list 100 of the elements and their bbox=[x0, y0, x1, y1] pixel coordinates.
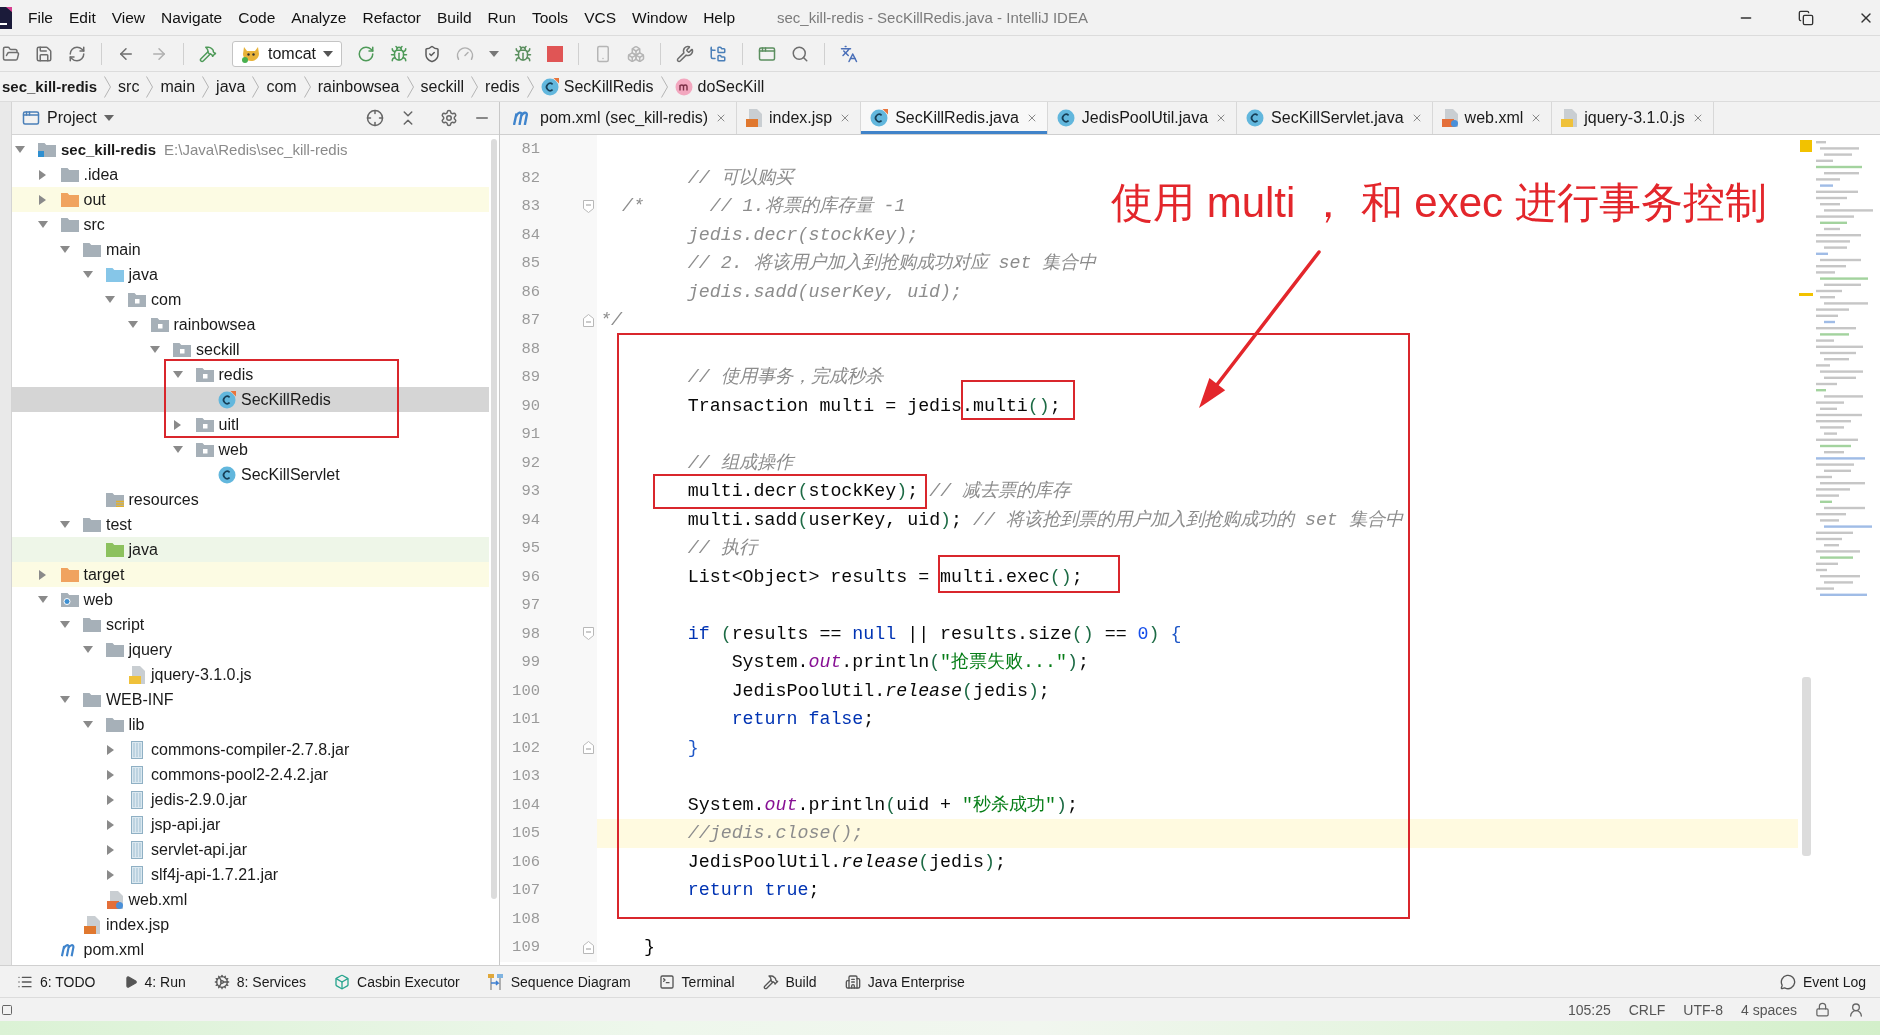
menu-item[interactable]: Analyze bbox=[283, 8, 355, 27]
tree-item[interactable]: jquery bbox=[12, 637, 489, 662]
tool-window-button[interactable]: Event Log bbox=[1779, 973, 1866, 990]
tree-item[interactable]: java bbox=[12, 262, 489, 287]
wrench-icon[interactable] bbox=[676, 44, 694, 63]
smartphone-icon[interactable] bbox=[594, 44, 612, 63]
tree-arrow-icon[interactable] bbox=[106, 844, 114, 855]
tree-item[interactable]: test bbox=[12, 512, 489, 537]
tree-item[interactable]: uitl bbox=[12, 412, 489, 437]
breadcrumb-item[interactable]: com bbox=[266, 77, 297, 96]
tree-item[interactable]: .idea bbox=[12, 162, 489, 187]
tree-arrow-icon[interactable] bbox=[127, 321, 138, 328]
tree-item[interactable]: jquery-3.1.0.js bbox=[12, 662, 489, 687]
gauge-icon[interactable] bbox=[456, 44, 474, 63]
tree-item[interactable]: jsp-api.jar bbox=[12, 812, 489, 837]
tree-item[interactable]: src bbox=[12, 212, 489, 237]
menu-item[interactable]: File bbox=[20, 8, 61, 27]
menu-item[interactable]: VCS bbox=[576, 8, 624, 27]
tree-item[interactable]: slf4j-api-1.7.21.jar bbox=[12, 862, 489, 887]
project-view-dropdown[interactable]: Project bbox=[22, 109, 114, 127]
tree-arrow-icon[interactable] bbox=[174, 419, 181, 430]
menu-item[interactable]: Navigate bbox=[153, 8, 231, 27]
square-icon[interactable] bbox=[1, 1003, 13, 1016]
warning-stripe-marker-icon[interactable] bbox=[1799, 293, 1813, 296]
settings-icon[interactable] bbox=[440, 109, 458, 127]
tree-item[interactable]: com bbox=[12, 287, 489, 312]
gear-icon[interactable] bbox=[213, 973, 230, 990]
bug-icon[interactable] bbox=[514, 44, 532, 63]
status-item[interactable]: CRLF bbox=[1628, 1001, 1666, 1018]
tree-arrow-icon[interactable] bbox=[37, 221, 48, 228]
breadcrumb-item[interactable]: src bbox=[118, 77, 140, 96]
tree-arrow-icon[interactable] bbox=[106, 794, 114, 805]
fold-marker-icon[interactable] bbox=[582, 741, 594, 755]
save-icon[interactable] bbox=[35, 44, 53, 63]
tool-window-button[interactable]: Sequence Diagram bbox=[487, 973, 631, 990]
menu-item[interactable]: View bbox=[103, 8, 154, 27]
editor-tab[interactable]: jquery-3.1.0.js bbox=[1552, 102, 1714, 134]
fold-marker-icon[interactable] bbox=[582, 940, 594, 954]
tree-item[interactable]: lib bbox=[12, 712, 489, 737]
menu-item[interactable]: Run bbox=[479, 8, 524, 27]
breadcrumb-item[interactable]: java bbox=[216, 77, 246, 96]
run-configuration-dropdown[interactable]: tomcat bbox=[232, 40, 342, 67]
person-icon[interactable] bbox=[1848, 1001, 1864, 1018]
menu-item[interactable]: Window bbox=[624, 8, 696, 27]
boxes-icon[interactable] bbox=[627, 44, 645, 63]
scrollbar-thumb[interactable] bbox=[1801, 677, 1811, 856]
tree-arrow-icon[interactable] bbox=[150, 346, 160, 353]
play-icon[interactable] bbox=[123, 974, 138, 989]
tree-item[interactable]: SecKillRedis bbox=[12, 387, 489, 412]
menu-item[interactable]: Help bbox=[695, 8, 744, 27]
tree-arrow-icon[interactable] bbox=[82, 721, 93, 728]
translate-icon[interactable] bbox=[840, 44, 858, 63]
hammer-icon[interactable] bbox=[199, 44, 217, 63]
tree-item[interactable]: WEB-INF bbox=[12, 687, 489, 712]
sync-icon[interactable] bbox=[68, 44, 86, 63]
bug-icon[interactable] bbox=[390, 44, 408, 63]
breadcrumb-item[interactable]: sec_kill-redis bbox=[2, 78, 98, 95]
tree-arrow-icon[interactable] bbox=[39, 194, 46, 205]
tree-item[interactable]: servlet-api.jar bbox=[12, 837, 489, 862]
editor-tab[interactable]: web.xml bbox=[1432, 102, 1553, 134]
status-item[interactable]: UTF-8 bbox=[1683, 1001, 1723, 1018]
editor-tab[interactable]: SecKillServlet.java bbox=[1237, 102, 1433, 134]
tree-item[interactable]: index.jsp bbox=[12, 912, 489, 937]
sequence-diagram-icon[interactable] bbox=[487, 973, 504, 990]
tree-item[interactable]: out bbox=[12, 187, 489, 212]
breadcrumb-item[interactable]: doSecKill bbox=[674, 77, 765, 96]
crosshair-icon[interactable] bbox=[366, 109, 384, 127]
cube-icon[interactable] bbox=[334, 973, 350, 990]
caret-icon[interactable] bbox=[489, 50, 499, 57]
terminal-icon[interactable] bbox=[658, 973, 675, 990]
tree-arrow-icon[interactable] bbox=[15, 146, 25, 153]
tree-item[interactable]: commons-compiler-2.7.8.jar bbox=[12, 737, 489, 762]
tool-window-button[interactable]: Build bbox=[762, 973, 817, 990]
shield-icon[interactable] bbox=[423, 44, 441, 63]
fold-marker-icon[interactable] bbox=[582, 313, 594, 327]
tree-item[interactable]: script bbox=[12, 612, 489, 637]
status-item[interactable]: 105:25 bbox=[1567, 1001, 1611, 1018]
tool-window-button[interactable]: 4: Run bbox=[123, 973, 186, 990]
tree-arrow-icon[interactable] bbox=[172, 371, 183, 378]
tool-window-button[interactable]: 8: Services bbox=[213, 973, 306, 990]
tree-arrow-icon[interactable] bbox=[106, 869, 114, 880]
tree-item[interactable]: seckill bbox=[12, 337, 489, 362]
menu-item[interactable]: Build bbox=[429, 8, 480, 27]
tree-item[interactable]: rainbowsea bbox=[12, 312, 489, 337]
status-item[interactable]: 4 spaces bbox=[1740, 1001, 1797, 1018]
lock-icon[interactable] bbox=[1815, 1002, 1830, 1017]
tree-item[interactable]: commons-pool2-2.4.2.jar bbox=[12, 762, 489, 787]
tree-arrow-icon[interactable] bbox=[60, 621, 70, 628]
refresh-arrow-icon[interactable] bbox=[357, 44, 375, 63]
tree-item[interactable]: redis bbox=[12, 362, 489, 387]
breadcrumb-item[interactable]: redis bbox=[485, 77, 520, 96]
tree-item[interactable]: web bbox=[12, 437, 489, 462]
breadcrumb-item[interactable]: seckill bbox=[420, 77, 465, 96]
tree-item[interactable]: jedis-2.9.0.jar bbox=[12, 787, 489, 812]
tree-item[interactable]: pom.xml bbox=[12, 937, 489, 962]
tree-arrow-icon[interactable] bbox=[37, 596, 48, 603]
tree-arrow-icon[interactable] bbox=[106, 819, 114, 830]
stop-icon[interactable] bbox=[547, 45, 563, 62]
tree-arrow-icon[interactable] bbox=[106, 744, 114, 755]
tool-window-button[interactable]: 6: TODO bbox=[17, 973, 96, 990]
